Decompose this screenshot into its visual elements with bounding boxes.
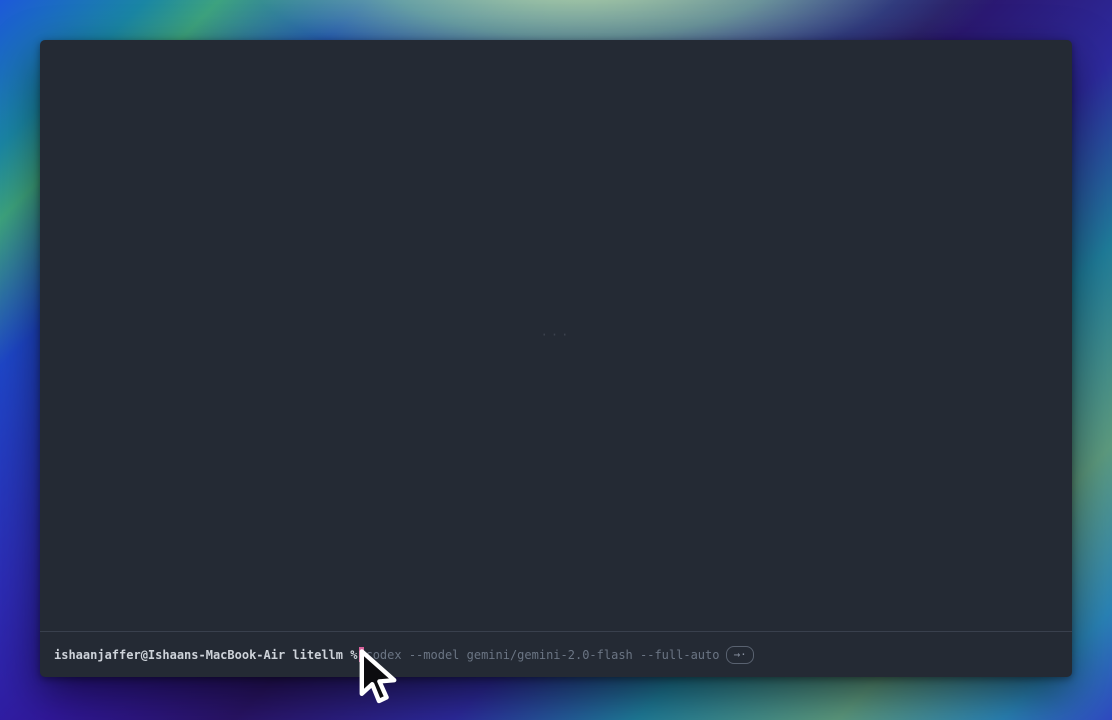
command-prompt-line[interactable]: ishaanjaffer@Ishaans-MacBook-Air litellm… — [40, 632, 1072, 677]
prompt-space — [343, 648, 350, 662]
prompt-directory: litellm — [292, 648, 343, 662]
prompt-user-host: ishaanjaffer@Ishaans-MacBook-Air — [54, 648, 285, 662]
autosuggest-accept-hint: →· — [726, 646, 753, 664]
prompt-symbol: % — [350, 648, 357, 662]
prompt-space — [285, 648, 292, 662]
loading-indicator: ··· — [541, 328, 572, 342]
terminal-window[interactable]: ··· ishaanjaffer@Ishaans-MacBook-Air lit… — [40, 40, 1072, 677]
terminal-output-area[interactable]: ··· — [40, 40, 1072, 631]
text-caret — [359, 647, 364, 662]
autosuggestion-text: codex --model gemini/gemini-2.0-flash --… — [365, 648, 719, 662]
